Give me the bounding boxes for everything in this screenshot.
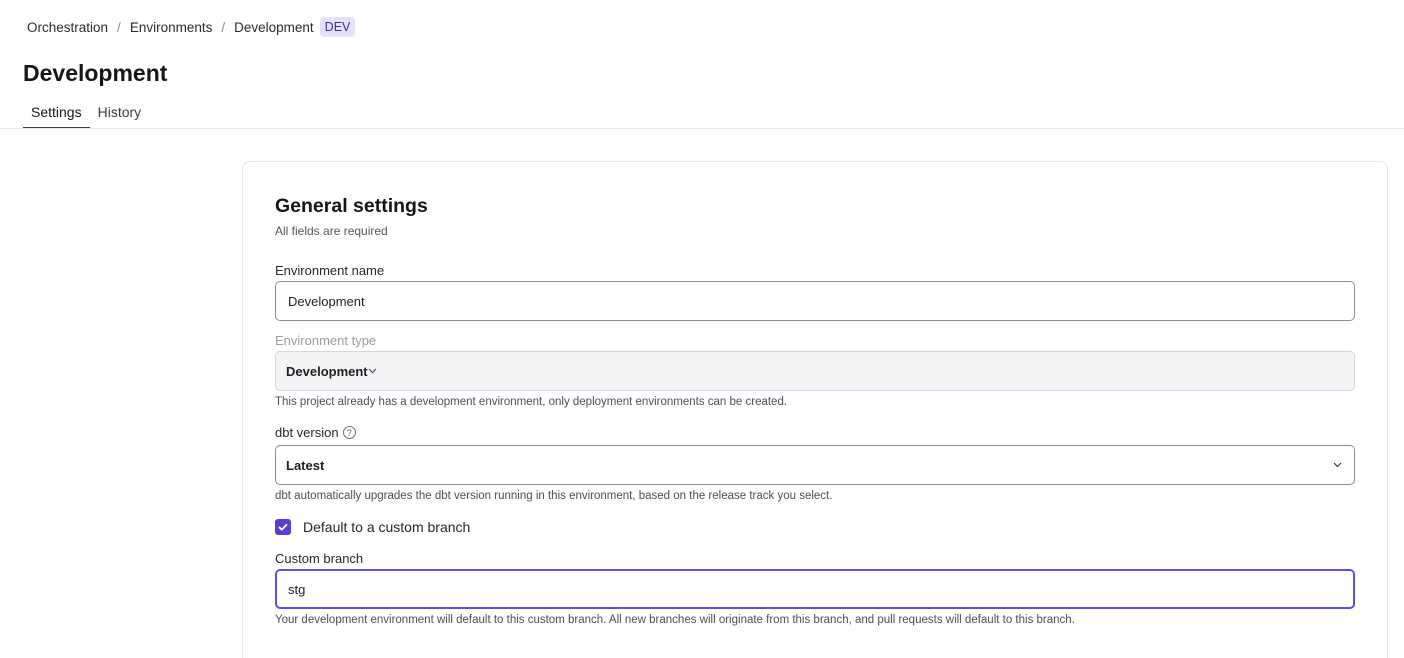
tab-history[interactable]: History — [90, 100, 150, 129]
dbt-version-value: Latest — [286, 457, 325, 473]
breadcrumb: Orchestration / Environments / Developme… — [27, 17, 356, 37]
environment-type-select: Development — [275, 351, 1355, 391]
chevron-down-icon — [368, 366, 378, 376]
custom-branch-input[interactable] — [288, 581, 1341, 597]
tab-bar: Settings History — [23, 100, 149, 129]
dbt-version-label-text: dbt version — [275, 425, 339, 440]
breadcrumb-development: Development — [234, 19, 314, 35]
custom-branch-help: Your development environment will defaul… — [275, 614, 1075, 626]
dbt-version-label: dbt version ? — [275, 425, 356, 440]
custom-branch-toggle-label: Default to a custom branch — [303, 519, 471, 535]
environment-type-label: Environment type — [275, 333, 377, 348]
section-subtitle: All fields are required — [275, 224, 388, 238]
dbt-version-select[interactable]: Latest — [275, 445, 1355, 485]
environment-name-field[interactable] — [275, 281, 1355, 321]
dbt-version-help: dbt automatically upgrades the dbt versi… — [275, 490, 833, 502]
environment-type-value: Development — [286, 363, 368, 379]
general-settings-card: General settings All fields are required… — [242, 161, 1388, 658]
breadcrumb-orchestration[interactable]: Orchestration — [27, 20, 108, 35]
custom-branch-field[interactable] — [275, 569, 1355, 609]
breadcrumb-separator: / — [117, 19, 121, 35]
tab-settings[interactable]: Settings — [23, 100, 90, 129]
breadcrumb-environments[interactable]: Environments — [130, 20, 213, 35]
environment-settings-page: Orchestration / Environments / Developme… — [0, 0, 1404, 658]
page-title: Development — [23, 60, 168, 86]
environment-badge: DEV — [319, 17, 356, 37]
checkbox-checked-icon[interactable] — [275, 519, 291, 535]
breadcrumb-separator: / — [221, 19, 226, 35]
custom-branch-toggle[interactable]: Default to a custom branch — [275, 519, 470, 535]
custom-branch-label: Custom branch — [275, 551, 364, 566]
chevron-down-icon — [1332, 460, 1342, 470]
environment-name-input[interactable] — [288, 293, 1342, 309]
tabs-divider — [0, 128, 1404, 129]
environment-type-help: This project already has a development e… — [275, 396, 788, 408]
environment-name-label: Environment name — [275, 263, 385, 278]
help-circle-icon[interactable]: ? — [342, 426, 356, 439]
section-title: General settings — [275, 195, 428, 217]
